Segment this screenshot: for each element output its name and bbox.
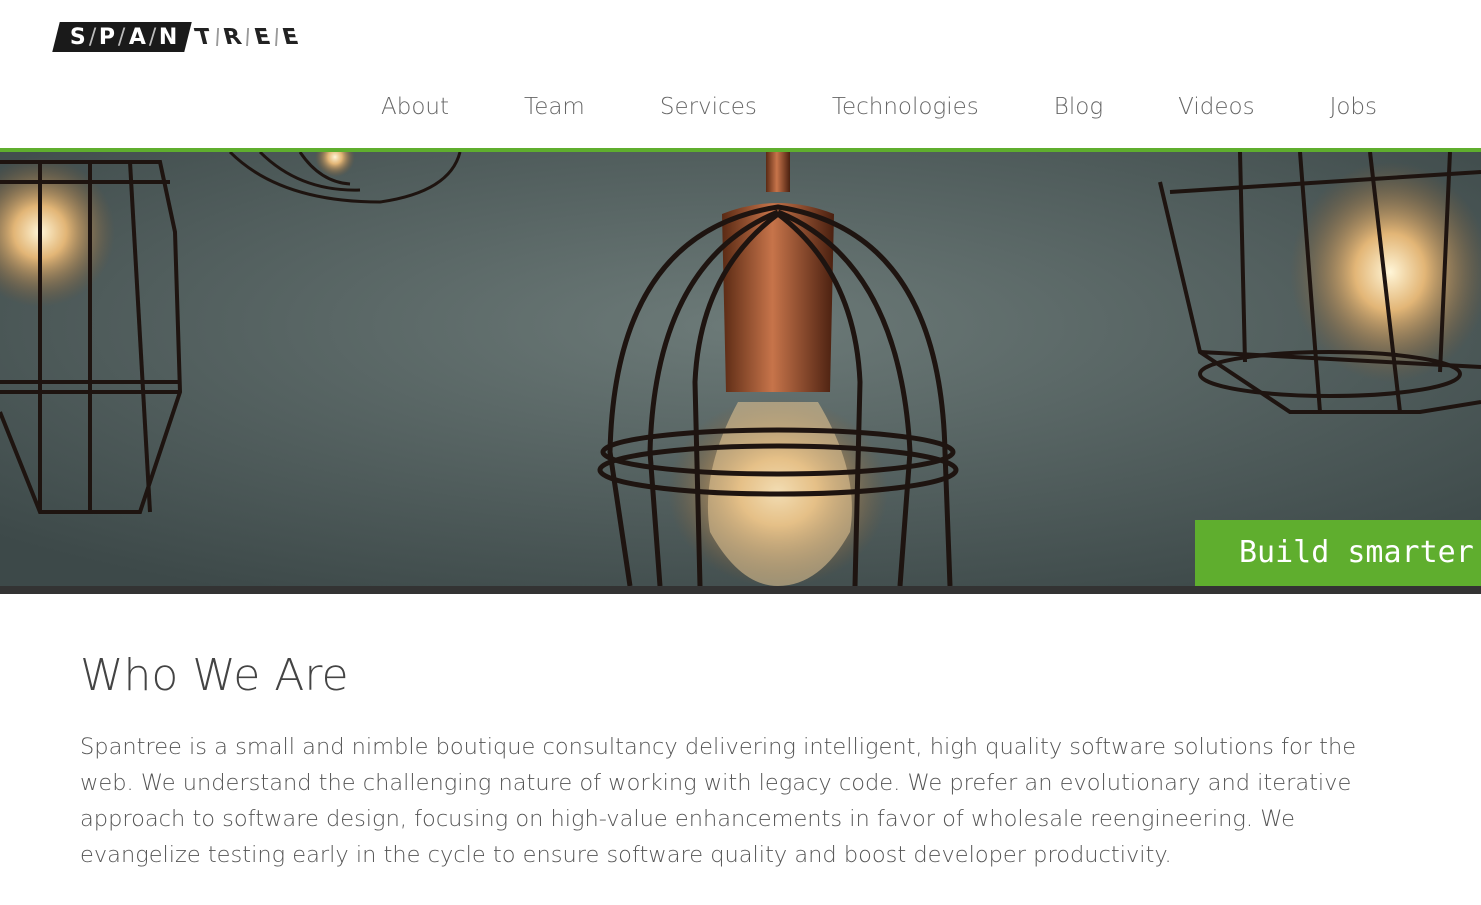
- site-header: S / P / A / N T / R / E / E About Team S…: [0, 0, 1481, 148]
- nav-item-jobs[interactable]: Jobs: [1330, 94, 1377, 120]
- logo-separator: /: [88, 24, 97, 50]
- nav-item-team[interactable]: Team: [524, 94, 585, 120]
- hero-tagline-banner: Build smarter s: [1195, 520, 1481, 586]
- hero-bottom-strip: [0, 586, 1481, 594]
- logo-separator: /: [148, 24, 157, 50]
- section-title: Who We Are: [80, 650, 349, 701]
- who-we-are-section: Who We Are Spantree is a small and nimbl…: [80, 650, 1370, 873]
- section-body: Spantree is a small and nimble boutique …: [80, 734, 1357, 868]
- logo-dark-block: S / P / A / N: [52, 22, 192, 52]
- spantree-logo[interactable]: S / P / A / N T / R / E / E: [50, 22, 302, 52]
- logo-separator: /: [118, 24, 126, 50]
- logo-letter: E: [279, 24, 302, 50]
- logo-letter: S: [70, 24, 86, 50]
- logo-letter: A: [128, 24, 146, 50]
- nav-item-blog[interactable]: Blog: [1054, 94, 1103, 120]
- logo-letter: N: [159, 24, 178, 50]
- main-nav: About Team Services Technologies Blog Vi…: [381, 94, 1377, 120]
- nav-item-about[interactable]: About: [381, 94, 449, 120]
- logo-light-block: T / R / E / E: [188, 22, 302, 52]
- logo-letter: E: [251, 24, 273, 50]
- nav-item-videos[interactable]: Videos: [1178, 94, 1254, 120]
- nav-item-technologies[interactable]: Technologies: [832, 94, 979, 120]
- nav-item-services[interactable]: Services: [660, 94, 757, 120]
- logo-letter: P: [99, 24, 116, 50]
- logo-letter: T: [192, 24, 214, 50]
